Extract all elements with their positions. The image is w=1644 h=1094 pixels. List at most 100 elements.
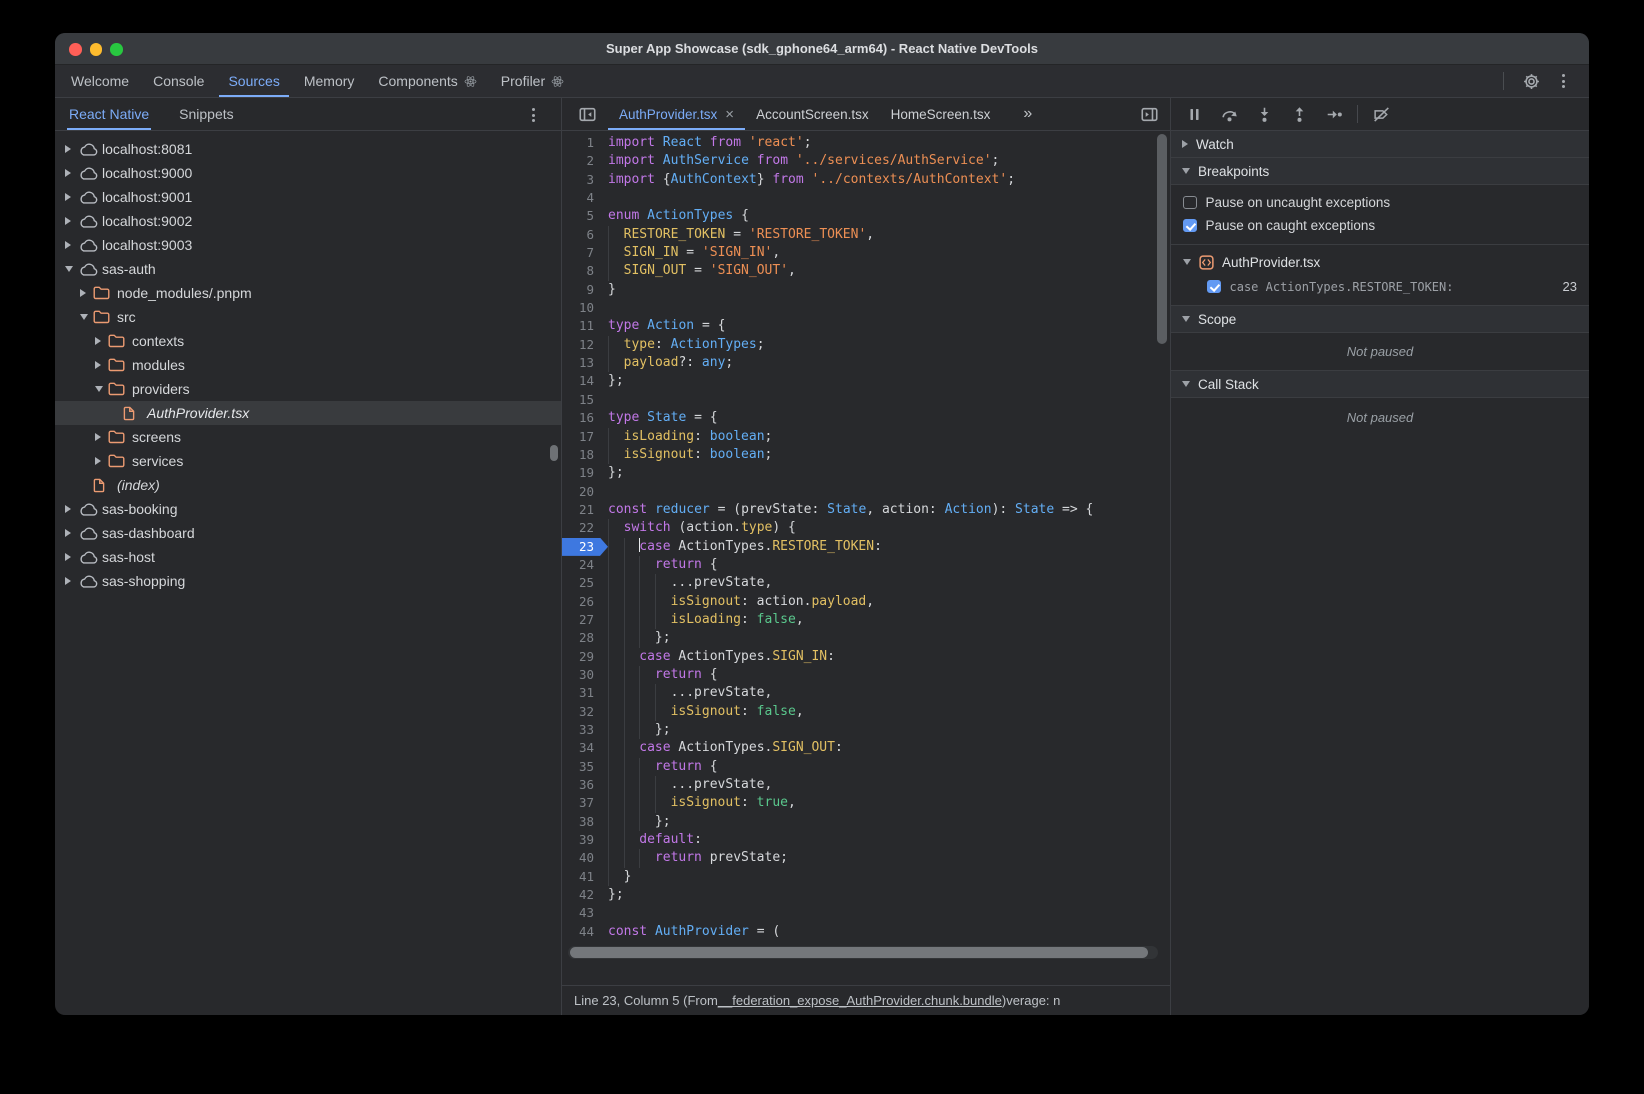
code-line[interactable]: 43 (562, 904, 1170, 922)
code-text[interactable]: isLoading: false, (608, 611, 804, 629)
expand-arrow-icon[interactable] (65, 193, 78, 201)
code-line[interactable]: 1import React from 'react'; (562, 134, 1170, 152)
code-line[interactable]: 34case ActionTypes.SIGN_OUT: (562, 739, 1170, 757)
line-number[interactable]: 34 (562, 739, 608, 757)
tree-item[interactable]: sas-host (55, 545, 561, 569)
line-number[interactable]: 6 (562, 226, 608, 244)
code-text[interactable]: SIGN_IN = 'SIGN_IN', (608, 244, 780, 262)
code-text[interactable]: default: (608, 831, 702, 849)
line-number[interactable]: 29 (562, 648, 608, 666)
line-number[interactable]: 1 (562, 134, 608, 152)
tree-item[interactable]: AuthProvider.tsx (55, 401, 561, 425)
line-number[interactable]: 9 (562, 281, 608, 299)
code-line[interactable]: 44const AuthProvider = ( (562, 923, 1170, 941)
expand-arrow-icon[interactable] (95, 361, 108, 369)
code-text[interactable]: case ActionTypes.SIGN_OUT: (608, 739, 843, 757)
code-line[interactable]: 10 (562, 299, 1170, 317)
code-line[interactable]: 30return { (562, 666, 1170, 684)
line-number[interactable]: 26 (562, 593, 608, 611)
breakpoint-line-marker[interactable]: 23 (562, 538, 608, 556)
expand-arrow-icon[interactable] (95, 337, 108, 345)
code-line[interactable]: 31...prevState, (562, 684, 1170, 702)
pause-caught-checkbox[interactable] (1183, 219, 1197, 233)
breakpoint-entry-row[interactable]: case ActionTypes.RESTORE_TOKEN: 23 (1171, 274, 1589, 299)
code-line[interactable]: 22switch (action.type) { (562, 519, 1170, 537)
editor-tab-authprovider.tsx[interactable]: AuthProvider.tsx× (608, 98, 745, 130)
line-number[interactable]: 25 (562, 574, 608, 592)
tree-item[interactable]: localhost:8081 (55, 137, 561, 161)
line-number[interactable]: 31 (562, 684, 608, 702)
code-line[interactable]: 25...prevState, (562, 574, 1170, 592)
line-number[interactable]: 18 (562, 446, 608, 464)
expand-arrow-icon[interactable] (65, 553, 78, 561)
line-number[interactable]: 44 (562, 923, 608, 941)
code-text[interactable]: SIGN_OUT = 'SIGN_OUT', (608, 262, 796, 280)
code-text[interactable]: const AuthProvider = ( (608, 923, 780, 941)
line-number[interactable]: 17 (562, 428, 608, 446)
pause-uncaught-row[interactable]: Pause on uncaught exceptions (1171, 191, 1589, 214)
tree-item[interactable]: (index) (55, 473, 561, 497)
step-out-icon[interactable] (1290, 105, 1308, 123)
tree-item[interactable]: services (55, 449, 561, 473)
code-text[interactable]: return prevState; (608, 849, 788, 867)
code-text[interactable]: import AuthService from '../services/Aut… (608, 152, 999, 170)
code-line[interactable]: 4 (562, 189, 1170, 207)
line-number[interactable]: 20 (562, 483, 608, 501)
expand-arrow-icon[interactable] (65, 505, 78, 513)
zoom-window-button[interactable] (110, 43, 123, 56)
code-line[interactable]: 23case ActionTypes.RESTORE_TOKEN: (562, 538, 1170, 556)
collapse-arrow-icon[interactable] (95, 386, 108, 392)
code-line[interactable]: 41} (562, 868, 1170, 886)
code-text[interactable]: import {AuthContext} from '../contexts/A… (608, 171, 1015, 189)
code-text[interactable]: }; (608, 464, 624, 482)
expand-arrow-icon[interactable] (65, 241, 78, 249)
tree-item[interactable]: sas-dashboard (55, 521, 561, 545)
code-text[interactable]: ...prevState, (608, 776, 772, 794)
code-line[interactable]: 29case ActionTypes.SIGN_IN: (562, 648, 1170, 666)
tab-console[interactable]: Console (141, 65, 216, 97)
tab-overflow-chevron[interactable]: » (1023, 98, 1030, 130)
watch-section-header[interactable]: Watch (1171, 131, 1589, 158)
code-text[interactable]: type State = { (608, 409, 718, 427)
tree-item[interactable]: localhost:9000 (55, 161, 561, 185)
settings-gear-icon[interactable] (1519, 69, 1543, 93)
code-line[interactable]: 37isSignout: true, (562, 794, 1170, 812)
code-editor[interactable]: 1import React from 'react';2import AuthS… (562, 131, 1170, 985)
tree-item[interactable]: sas-shopping (55, 569, 561, 593)
breakpoint-entry-checkbox[interactable] (1207, 280, 1221, 294)
code-text[interactable]: } (608, 281, 616, 299)
line-number[interactable]: 37 (562, 794, 608, 812)
tree-item[interactable]: sas-booking (55, 497, 561, 521)
hide-navigator-icon[interactable] (574, 98, 600, 130)
tree-item[interactable]: src (55, 305, 561, 329)
code-text[interactable]: type Action = { (608, 317, 725, 335)
expand-arrow-icon[interactable] (65, 145, 78, 153)
code-line[interactable]: 28}; (562, 629, 1170, 647)
code-line[interactable]: 27isLoading: false, (562, 611, 1170, 629)
line-number[interactable]: 21 (562, 501, 608, 519)
code-text[interactable]: ...prevState, (608, 684, 772, 702)
line-number[interactable]: 5 (562, 207, 608, 225)
code-line[interactable]: 42}; (562, 886, 1170, 904)
code-text[interactable]: payload?: any; (608, 354, 733, 372)
code-line[interactable]: 39default: (562, 831, 1170, 849)
code-line[interactable]: 14}; (562, 372, 1170, 390)
code-line[interactable]: 7SIGN_IN = 'SIGN_IN', (562, 244, 1170, 262)
tree-item[interactable]: node_modules/.pnpm (55, 281, 561, 305)
expand-arrow-icon[interactable] (95, 433, 108, 441)
line-number[interactable]: 2 (562, 152, 608, 170)
code-line[interactable]: 6RESTORE_TOKEN = 'RESTORE_TOKEN', (562, 226, 1170, 244)
code-text[interactable]: ...prevState, (608, 574, 772, 592)
step-icon[interactable] (1325, 105, 1343, 123)
show-debugger-panel-icon[interactable] (1136, 98, 1162, 130)
code-line[interactable]: 19}; (562, 464, 1170, 482)
code-text[interactable]: }; (608, 372, 624, 390)
code-text[interactable]: isSignout: action.payload, (608, 593, 874, 611)
code-line[interactable]: 36...prevState, (562, 776, 1170, 794)
line-number[interactable]: 12 (562, 336, 608, 354)
expand-arrow-icon[interactable] (95, 457, 108, 465)
line-number[interactable]: 19 (562, 464, 608, 482)
line-number[interactable]: 30 (562, 666, 608, 684)
line-number[interactable]: 39 (562, 831, 608, 849)
tree-item[interactable]: localhost:9001 (55, 185, 561, 209)
